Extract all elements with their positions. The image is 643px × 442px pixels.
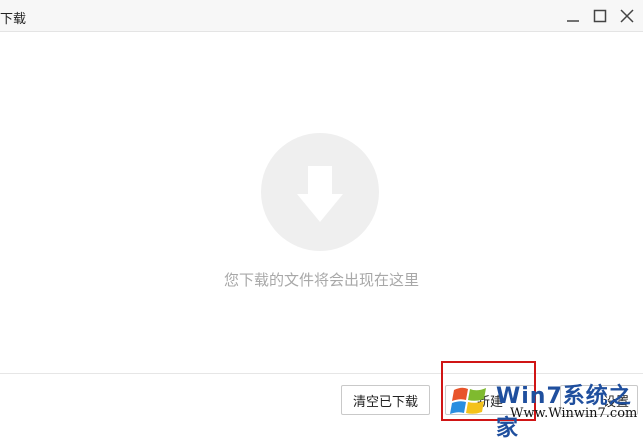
empty-state-message: 您下载的文件将会出现在这里 <box>223 271 419 289</box>
maximize-icon <box>593 9 607 23</box>
maximize-button[interactable] <box>588 6 612 26</box>
minimize-button[interactable] <box>561 6 585 26</box>
download-window: 下载 您下载的文件将会出现在这里 清空已下载 新建 设置 Win7系统之家 Ww… <box>0 0 643 441</box>
window-title: 下载 <box>0 12 27 27</box>
settings-button[interactable]: 设置 <box>560 385 638 415</box>
clear-downloaded-button[interactable]: 清空已下载 <box>341 385 430 415</box>
download-arrow-icon <box>297 166 343 222</box>
minimize-icon <box>567 20 579 22</box>
title-bar: 下载 <box>0 0 643 32</box>
close-icon <box>620 9 634 23</box>
close-button[interactable] <box>615 6 639 26</box>
new-download-button[interactable]: 新建 <box>445 385 535 415</box>
footer-bar: 清空已下载 新建 设置 <box>0 373 643 429</box>
empty-state-icon-container <box>261 133 379 251</box>
download-list-area: 您下载的文件将会出现在这里 <box>0 32 643 372</box>
